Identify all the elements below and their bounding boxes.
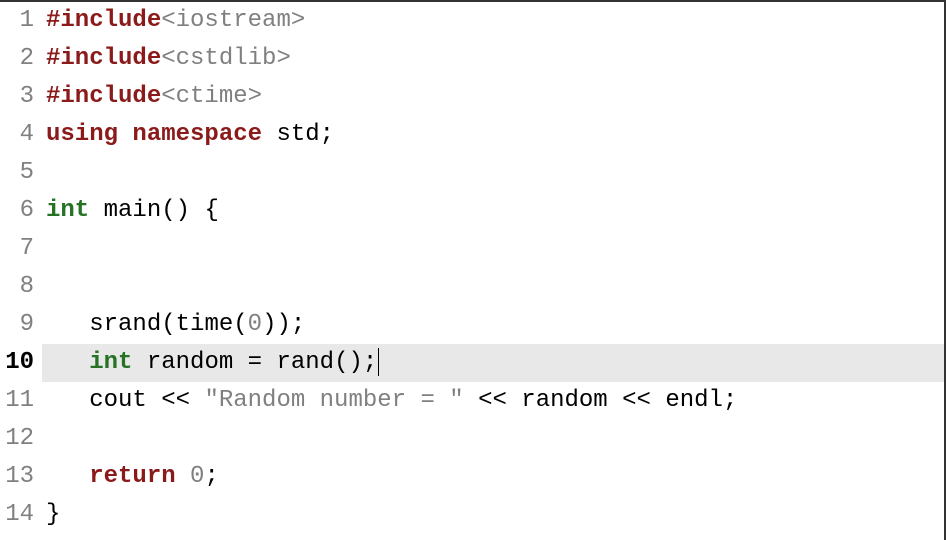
code-line-current[interactable]: int random = rand(); bbox=[42, 344, 944, 382]
angle-open: < bbox=[161, 83, 175, 110]
code-text: std; bbox=[262, 121, 334, 148]
code-text: cout << bbox=[89, 387, 204, 414]
code-line-empty[interactable] bbox=[42, 420, 944, 458]
preprocessor-token: #include bbox=[46, 83, 161, 110]
line-number: 12 bbox=[0, 420, 34, 458]
code-line[interactable]: int main() { bbox=[42, 192, 944, 230]
code-text: random = rand(); bbox=[132, 349, 377, 376]
header-name: cstdlib bbox=[176, 45, 277, 72]
preprocessor-token: #include bbox=[46, 45, 161, 72]
line-number: 3 bbox=[0, 78, 34, 116]
code-text: srand(time( bbox=[89, 311, 247, 338]
indent bbox=[46, 387, 89, 414]
line-gutter: 1 2 3 4 5 6 7 8 9 10 11 12 13 14 bbox=[0, 2, 42, 540]
header-name: ctime bbox=[176, 83, 248, 110]
code-line-empty[interactable] bbox=[42, 268, 944, 306]
line-number: 4 bbox=[0, 116, 34, 154]
line-number: 9 bbox=[0, 306, 34, 344]
code-line[interactable]: return 0; bbox=[42, 458, 944, 496]
indent bbox=[46, 349, 89, 376]
line-number: 13 bbox=[0, 458, 34, 496]
keyword-token: namespace bbox=[132, 121, 262, 148]
code-line[interactable]: } bbox=[42, 496, 944, 534]
code-line[interactable]: cout << "Random number = " << random << … bbox=[42, 382, 944, 420]
code-line-empty[interactable] bbox=[42, 154, 944, 192]
text-cursor bbox=[378, 348, 379, 376]
angle-close: > bbox=[248, 83, 262, 110]
code-line[interactable]: srand(time(0)); bbox=[42, 306, 944, 344]
line-number: 7 bbox=[0, 230, 34, 268]
code-text: )); bbox=[262, 311, 305, 338]
preprocessor-token: #include bbox=[46, 7, 161, 34]
code-line-empty[interactable] bbox=[42, 230, 944, 268]
type-token: int bbox=[89, 349, 132, 376]
line-number: 5 bbox=[0, 154, 34, 192]
code-editor[interactable]: 1 2 3 4 5 6 7 8 9 10 11 12 13 14 #includ… bbox=[0, 2, 944, 540]
type-token: int bbox=[46, 197, 89, 224]
line-number: 6 bbox=[0, 192, 34, 230]
line-number: 1 bbox=[0, 2, 34, 40]
line-number-current: 10 bbox=[0, 344, 34, 382]
code-text: main() { bbox=[89, 197, 219, 224]
angle-open: < bbox=[161, 7, 175, 34]
indent bbox=[46, 311, 89, 338]
keyword-token: return bbox=[89, 463, 175, 490]
number-token: 0 bbox=[190, 463, 204, 490]
line-number: 8 bbox=[0, 268, 34, 306]
angle-close: > bbox=[276, 45, 290, 72]
code-text: ; bbox=[204, 463, 218, 490]
header-name: iostream bbox=[176, 7, 291, 34]
angle-close: > bbox=[291, 7, 305, 34]
code-text: << random << endl; bbox=[464, 387, 738, 414]
code-line[interactable]: using namespace std; bbox=[42, 116, 944, 154]
code-line[interactable]: #include<cstdlib> bbox=[42, 40, 944, 78]
keyword-token: using bbox=[46, 121, 118, 148]
indent bbox=[46, 463, 89, 490]
line-number: 14 bbox=[0, 496, 34, 534]
line-number: 2 bbox=[0, 40, 34, 78]
code-line[interactable]: #include<iostream> bbox=[42, 2, 944, 40]
space bbox=[176, 463, 190, 490]
number-token: 0 bbox=[248, 311, 262, 338]
string-token: "Random number = " bbox=[204, 387, 463, 414]
space bbox=[118, 121, 132, 148]
code-area[interactable]: #include<iostream> #include<cstdlib> #in… bbox=[42, 2, 944, 540]
code-line[interactable]: #include<ctime> bbox=[42, 78, 944, 116]
angle-open: < bbox=[161, 45, 175, 72]
code-text: } bbox=[46, 501, 60, 528]
line-number: 11 bbox=[0, 382, 34, 420]
